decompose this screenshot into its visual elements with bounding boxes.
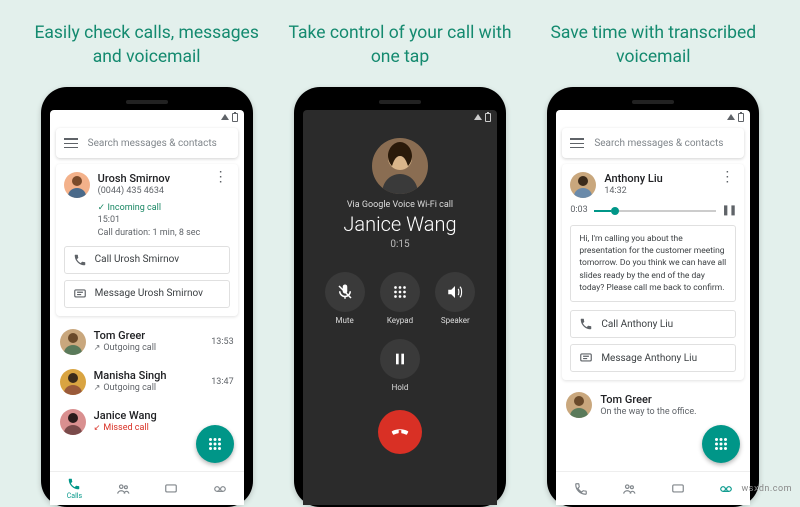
- seek-bar[interactable]: [594, 210, 716, 212]
- speaker-label: Speaker: [441, 316, 470, 325]
- elapsed-time: 0:03: [570, 204, 587, 217]
- call-action[interactable]: Call Anthony Liu: [570, 310, 736, 338]
- call-time: 15:01: [98, 214, 204, 227]
- avatar: [64, 172, 90, 198]
- tab-voicemail[interactable]: [213, 482, 227, 496]
- message-action[interactable]: Message Urosh Smirnov: [64, 280, 230, 308]
- status-bar: [303, 110, 497, 124]
- list-time: 13:53: [211, 337, 233, 347]
- search-placeholder: Search messages & contacts: [594, 138, 723, 149]
- more-icon[interactable]: ⋮: [212, 172, 230, 183]
- tab-voicemail[interactable]: [719, 482, 733, 496]
- menu-icon[interactable]: [64, 138, 78, 148]
- phone-icon: [73, 253, 87, 267]
- tab-label: Calls: [67, 492, 82, 500]
- tab-messages[interactable]: [164, 482, 178, 496]
- audio-player[interactable]: 0:03 ❚❚: [570, 204, 736, 217]
- search-bar[interactable]: Search messages & contacts: [562, 128, 744, 158]
- pause-icon[interactable]: ❚❚: [722, 205, 737, 216]
- end-call-button[interactable]: [378, 410, 422, 454]
- battery-icon: [232, 113, 238, 122]
- status-bar: [556, 110, 750, 124]
- signal-icon: [474, 114, 482, 120]
- avatar: [570, 172, 596, 198]
- dialpad-fab[interactable]: [196, 425, 234, 463]
- list-name: Janice Wang: [94, 409, 234, 422]
- phone-mockup-2: Via Google Voice Wi-Fi call Janice Wang …: [294, 87, 506, 507]
- status-bar: [50, 110, 244, 124]
- headline-2: Take control of your call with one tap: [285, 22, 515, 69]
- voicemail-card: Anthony Liu 14:32 ⋮ 0:03 ❚❚ Hi, I'm call…: [562, 164, 744, 380]
- headline-1: Easily check calls, messages and voicema…: [32, 22, 262, 69]
- message-icon: [73, 287, 87, 301]
- mute-label: Mute: [336, 316, 354, 325]
- headline-3: Save time with transcribed voicemail: [538, 22, 768, 69]
- list-sub: On the way to the office.: [600, 406, 740, 419]
- search-bar[interactable]: Search messages & contacts: [56, 128, 238, 158]
- contact-name: Urosh Smirnov: [98, 172, 204, 185]
- call-action-label: Call Urosh Smirnov: [95, 254, 179, 265]
- message-action-label: Message Anthony Liu: [601, 353, 697, 364]
- list-name: Manisha Singh: [94, 369, 204, 382]
- tab-messages[interactable]: [671, 482, 685, 496]
- message-action-label: Message Urosh Smirnov: [95, 288, 203, 299]
- bottom-nav: Calls: [50, 471, 244, 505]
- call-action[interactable]: Call Urosh Smirnov: [64, 246, 230, 274]
- call-via-label: Via Google Voice Wi-Fi call: [303, 200, 497, 210]
- search-placeholder: Search messages & contacts: [88, 138, 217, 149]
- list-name: Tom Greer: [94, 329, 204, 342]
- keypad-button[interactable]: Keypad: [380, 272, 420, 325]
- dialpad-fab[interactable]: [702, 425, 740, 463]
- transcript-text: Hi, I'm calling you about the presentati…: [570, 225, 736, 303]
- avatar: [566, 392, 592, 418]
- hold-button[interactable]: Hold: [380, 339, 420, 392]
- tab-contacts[interactable]: [622, 482, 636, 496]
- battery-icon: [738, 113, 744, 122]
- caller-avatar: [372, 138, 428, 194]
- list-item[interactable]: Tom Greer On the way to the office.: [556, 386, 750, 418]
- list-sub: Missed call: [103, 423, 148, 433]
- mute-button[interactable]: Mute: [325, 272, 365, 325]
- bottom-nav: [556, 471, 750, 505]
- call-action-label: Call Anthony Liu: [601, 319, 673, 330]
- call-status: Incoming call: [107, 203, 161, 213]
- vm-name: Anthony Liu: [604, 172, 710, 185]
- phone-mockup-3: Search messages & contacts Anthony Liu 1…: [547, 87, 759, 507]
- hold-label: Hold: [392, 383, 409, 392]
- avatar: [60, 329, 86, 355]
- list-sub: Outgoing call: [103, 383, 156, 393]
- call-duration: Call duration: 1 min, 8 sec: [98, 227, 204, 240]
- watermark: wsxdn.com: [742, 484, 792, 494]
- list-sub: Outgoing call: [103, 343, 156, 353]
- speaker-button[interactable]: Speaker: [435, 272, 475, 325]
- contact-detail-card: Urosh Smirnov (0044) 435 4634 ✓ Incoming…: [56, 164, 238, 315]
- more-icon[interactable]: ⋮: [718, 172, 736, 183]
- menu-icon[interactable]: [570, 138, 584, 148]
- contact-number: (0044) 435 4634: [98, 185, 204, 198]
- phone-mockup-1: Search messages & contacts Urosh Smirnov…: [41, 87, 253, 507]
- message-action[interactable]: Message Anthony Liu: [570, 344, 736, 372]
- list-item[interactable]: Tom Greer ↗Outgoing call 13:53: [50, 322, 244, 362]
- signal-icon: [221, 114, 229, 120]
- avatar: [60, 409, 86, 435]
- caller-name: Janice Wang: [303, 212, 497, 236]
- tab-calls[interactable]: [574, 482, 588, 496]
- vm-time: 14:32: [604, 185, 710, 198]
- list-time: 13:47: [211, 377, 233, 387]
- avatar: [60, 369, 86, 395]
- message-icon: [579, 351, 593, 365]
- tab-calls[interactable]: Calls: [67, 477, 82, 500]
- list-name: Tom Greer: [600, 393, 740, 406]
- phone-icon: [579, 317, 593, 331]
- signal-icon: [727, 114, 735, 120]
- battery-icon: [485, 113, 491, 122]
- call-duration: 0:15: [303, 239, 497, 250]
- list-item[interactable]: Manisha Singh ↗Outgoing call 13:47: [50, 362, 244, 402]
- tab-contacts[interactable]: [116, 482, 130, 496]
- keypad-label: Keypad: [387, 316, 413, 325]
